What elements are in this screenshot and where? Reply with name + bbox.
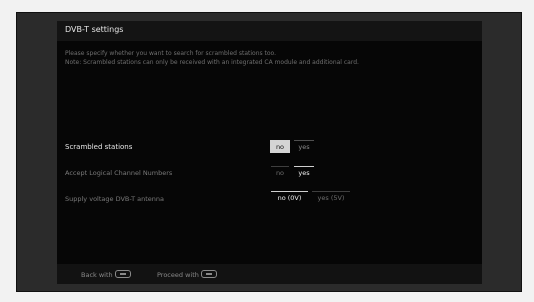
settings-screen: DVB-T settings Please specify whether yo… (57, 21, 482, 284)
description-line-2: Note: Scrambled stations can only be rec… (65, 59, 359, 66)
description-line-1: Please specify whether you want to searc… (65, 50, 277, 57)
antenna-voltage-label: Supply voltage DVB-T antenna (65, 195, 165, 203)
scrambled-stations-option-no[interactable]: no (270, 140, 290, 153)
lcn-label: Accept Logical Channel Numbers (65, 169, 173, 177)
antenna-voltage-option-0v[interactable]: no (0V) (271, 191, 308, 204)
scrambled-stations-option-yes[interactable]: yes (294, 140, 314, 153)
back-key-icon (114, 270, 131, 278)
lcn-option-yes[interactable]: yes (294, 166, 314, 179)
back-hint[interactable]: Back with (81, 270, 131, 279)
ok-key-icon (200, 270, 217, 278)
antenna-voltage-option-5v[interactable]: yes (5V) (312, 191, 350, 204)
lcn-option-no[interactable]: no (271, 166, 289, 179)
footer-bar: Back with Proceed with (57, 264, 482, 284)
scrambled-stations-label: Scrambled stations (65, 143, 133, 151)
proceed-hint[interactable]: Proceed with (157, 270, 217, 279)
page-title: DVB-T settings (65, 25, 124, 34)
tv-frame: DVB-T settings Please specify whether yo… (16, 12, 522, 292)
back-label: Back with (81, 271, 113, 279)
title-bar: DVB-T settings (57, 21, 482, 41)
description: Please specify whether you want to searc… (65, 49, 480, 67)
proceed-label: Proceed with (157, 271, 199, 279)
